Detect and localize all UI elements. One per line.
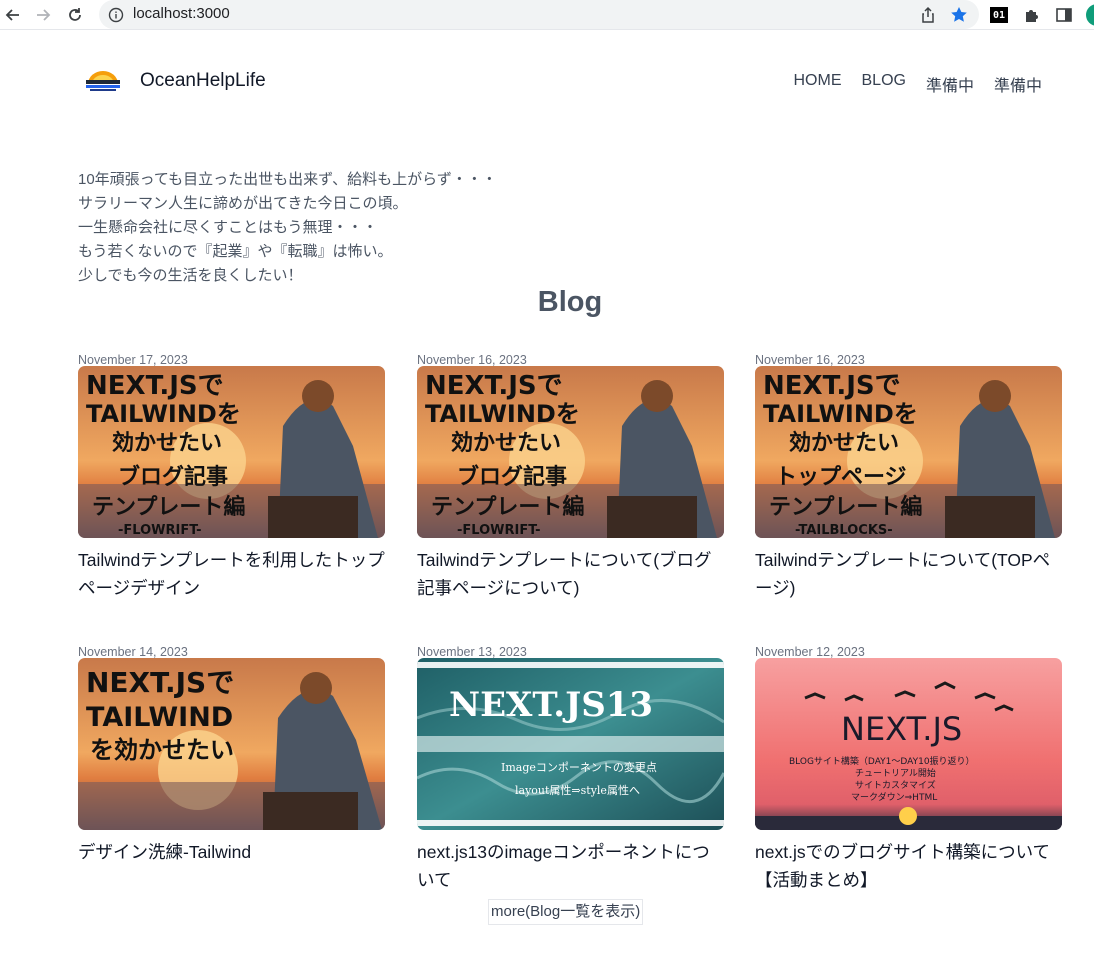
thumb-text: -FLOWRIFT-: [118, 523, 202, 538]
thumb-text: 効かせたい: [451, 430, 561, 456]
share-icon[interactable]: [919, 6, 937, 24]
thumb-text: NEXT.JSで: [86, 371, 224, 401]
thumb-text: テンプレート編: [92, 494, 245, 520]
nav-coming-soon-2[interactable]: 準備中: [994, 72, 1042, 96]
puzzle-icon[interactable]: [1022, 5, 1042, 25]
info-icon[interactable]: [108, 7, 124, 23]
back-icon[interactable]: [2, 4, 24, 26]
post-thumbnail[interactable]: NEXT.JS13 Imageコンポーネントの変更点 layout属性⇒styl…: [417, 658, 724, 830]
thumb-text: テンプレート編: [431, 494, 584, 520]
thumb-text: -TAILBLOCKS-: [795, 523, 893, 538]
thumb-text: NEXT.JSで: [425, 371, 563, 401]
url-text[interactable]: localhost:3000: [133, 5, 230, 22]
thumb-text: NEXT.JS13: [449, 685, 653, 725]
sidepanel-icon[interactable]: [1054, 5, 1074, 25]
reload-icon[interactable]: [64, 4, 86, 26]
post-title[interactable]: Tailwindテンプレートについて(TOPページ): [755, 546, 1062, 602]
thumb-text: TAILWINDを: [86, 400, 241, 428]
thumb-text: layout属性⇒style属性へ: [515, 783, 640, 797]
blog-card[interactable]: November 17, 2023 NEXT.JSで TAILWINDを 効かせ…: [78, 352, 385, 602]
forward-icon[interactable]: [32, 4, 54, 26]
thumb-text: -FLOWRIFT-: [457, 523, 541, 538]
post-title[interactable]: デザイン洗練-Tailwind: [78, 838, 385, 866]
thumb-text: トップページ: [775, 465, 907, 490]
post-title[interactable]: Tailwindテンプレートについて(ブログ記事ページについて): [417, 546, 724, 602]
thumb-text: NEXT.JSで: [86, 666, 234, 699]
intro-text: 10年頑張っても目立った出世も出来ず、給料も上がらず・・・ サラリーマン人生に諦…: [78, 168, 497, 288]
thumb-text: Imageコンポーネントの変更点: [501, 760, 657, 774]
more-button[interactable]: more(Blog一覧を表示): [488, 899, 644, 925]
thumb-text: を効かせたい: [90, 736, 234, 764]
extension-01-icon[interactable]: 01: [990, 7, 1008, 23]
post-title[interactable]: Tailwindテンプレートを利用したトップページデザイン: [78, 546, 385, 602]
blog-heading: Blog: [537, 286, 603, 318]
address-bar[interactable]: localhost:3000: [99, 0, 979, 29]
thumb-text: BLOGサイト構築（DAY1～DAY10振り返り）: [789, 755, 975, 767]
thumb-text: TAILWINDを: [425, 400, 580, 428]
thumb-text: NEXT.JS: [841, 710, 962, 748]
post-title[interactable]: next.js13のimageコンポーネントについて: [417, 838, 724, 894]
nav-home[interactable]: HOME: [794, 72, 842, 96]
nav-blog[interactable]: BLOG: [862, 72, 906, 96]
intro-line: サラリーマン人生に諦めが出てきた今日この頃。: [78, 195, 408, 212]
post-thumbnail[interactable]: NEXT.JSで TAILWINDを 効かせたい ブログ記事 テンプレート編 -…: [78, 366, 385, 538]
blog-card[interactable]: November 16, 2023 NEXT.JSで TAILWINDを 効かせ…: [417, 352, 724, 602]
star-icon[interactable]: [949, 5, 969, 25]
intro-line: もう若くないので『起業』や『転職』は怖い。: [78, 243, 393, 260]
thumb-text: テンプレート編: [769, 494, 922, 520]
intro-line: 少しでも今の生活を良くしたい！: [78, 267, 303, 284]
blog-card[interactable]: November 13, 2023 NEXT.JS13 Imageコンポーネント…: [417, 644, 724, 894]
blog-card[interactable]: November 12, 2023 NEXT.JS BLOGサイト構築（DAY1…: [755, 644, 1062, 894]
post-thumbnail[interactable]: NEXT.JS BLOGサイト構築（DAY1～DAY10振り返り） チュートリア…: [755, 658, 1062, 830]
site-logo[interactable]: [84, 68, 122, 94]
intro-line: 10年頑張っても目立った出世も出来ず、給料も上がらず・・・: [78, 171, 497, 188]
blog-card[interactable]: November 16, 2023 NEXT.JSで TAILWINDを 効かせ…: [755, 352, 1062, 602]
thumb-text: チュートリアル開始: [855, 767, 936, 779]
post-title[interactable]: next.jsでのブログサイト構築について【活動まとめ】: [755, 838, 1062, 894]
intro-line: 一生懸命会社に尽くすことはもう無理・・・: [78, 219, 378, 236]
site-brand[interactable]: OceanHelpLife: [140, 70, 266, 92]
thumb-text: TAILWINDを: [763, 400, 918, 428]
profile-icon[interactable]: [1086, 4, 1094, 26]
thumb-text: マークダウン⇒HTML: [851, 791, 937, 803]
thumb-text: 効かせたい: [789, 430, 899, 456]
thumb-text: TAILWIND: [86, 702, 233, 733]
main-nav: HOME BLOG 準備中 準備中: [774, 72, 1043, 96]
post-thumbnail[interactable]: NEXT.JSで TAILWINDを 効かせたい ブログ記事 テンプレート編 -…: [417, 366, 724, 538]
browser-toolbar: localhost:3000 01: [0, 0, 1094, 30]
thumb-text: ブログ記事: [118, 464, 228, 490]
thumb-text: 効かせたい: [112, 430, 222, 456]
post-thumbnail[interactable]: NEXT.JSで TAILWIND を効かせたい: [78, 658, 385, 830]
thumb-text: ブログ記事: [457, 464, 567, 490]
nav-coming-soon-1[interactable]: 準備中: [926, 72, 974, 96]
thumb-text: NEXT.JSで: [763, 371, 901, 401]
post-thumbnail[interactable]: NEXT.JSで TAILWINDを 効かせたい トップページ テンプレート編 …: [755, 366, 1062, 538]
blog-card[interactable]: November 14, 2023 NEXT.JSで TAILWIND を効かせ…: [78, 644, 385, 866]
thumb-text: サイトカスタマイズ: [855, 779, 936, 791]
